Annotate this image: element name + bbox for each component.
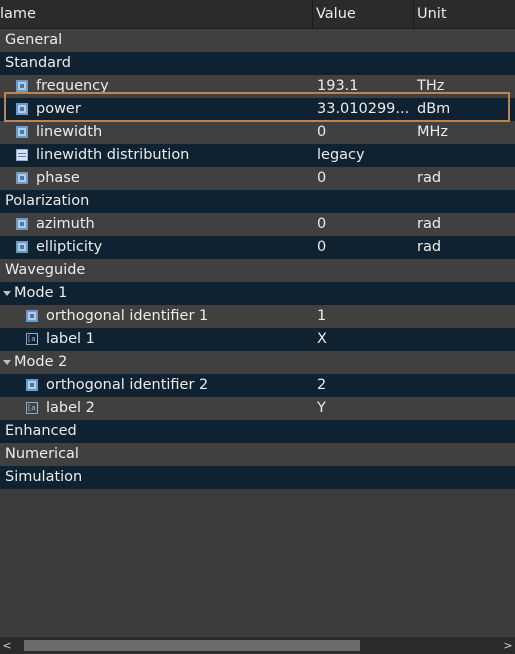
category-numerical[interactable]: Numerical xyxy=(0,443,515,466)
horizontal-scrollbar[interactable]: < > xyxy=(0,637,515,654)
property-row-label-1[interactable]: [a] label 1 X xyxy=(0,328,515,351)
parameter-icon xyxy=(16,103,28,115)
property-name: orthogonal identifier 2 xyxy=(46,377,209,393)
column-header-name[interactable]: lame xyxy=(0,0,312,28)
expand-arrow-icon[interactable] xyxy=(3,360,11,365)
property-name: label 1 xyxy=(46,331,95,347)
scrollbar-thumb[interactable] xyxy=(24,640,360,651)
property-value[interactable]: 0 xyxy=(317,236,413,259)
parameter-icon xyxy=(16,80,28,92)
category-label: Waveguide xyxy=(5,262,86,278)
property-name: phase xyxy=(36,170,80,186)
property-row-linewidth[interactable]: linewidth 0 MHz xyxy=(0,121,515,144)
property-row-power[interactable]: power 33.010299... dBm xyxy=(0,98,515,121)
property-table: lame Value Unit General Standard frequen… xyxy=(0,0,515,654)
category-standard[interactable]: Standard xyxy=(0,52,515,75)
property-unit: THz xyxy=(417,78,445,94)
scroll-right-icon[interactable]: > xyxy=(502,637,514,654)
text-label-icon: [a] xyxy=(26,333,40,345)
property-unit: rad xyxy=(417,170,442,186)
table-body: General Standard frequency 193.1 THz pow… xyxy=(0,29,515,489)
property-row-orthogonal-identifier-2[interactable]: orthogonal identifier 2 2 xyxy=(0,374,515,397)
parameter-icon xyxy=(16,126,28,138)
table-header: lame Value Unit xyxy=(0,0,515,29)
property-value[interactable]: 1 xyxy=(317,305,413,328)
property-unit: rad xyxy=(417,216,442,232)
category-label: Enhanced xyxy=(5,423,77,439)
category-label: General xyxy=(5,32,63,48)
property-row-orthogonal-identifier-1[interactable]: orthogonal identifier 1 1 xyxy=(0,305,515,328)
parameter-icon xyxy=(16,241,28,253)
category-label: Simulation xyxy=(5,469,83,485)
parameter-icon xyxy=(26,379,38,391)
column-header-value[interactable]: Value xyxy=(312,0,413,28)
column-header-unit[interactable]: Unit xyxy=(413,0,515,28)
property-value[interactable]: 2 xyxy=(317,374,413,397)
property-name: orthogonal identifier 1 xyxy=(46,308,209,324)
category-label: Numerical xyxy=(5,446,79,462)
category-simulation[interactable]: Simulation xyxy=(0,466,515,489)
text-label-icon: [a] xyxy=(26,402,40,414)
property-name: ellipticity xyxy=(36,239,103,255)
property-unit: dBm xyxy=(417,101,451,117)
property-value[interactable]: 0 xyxy=(317,167,413,190)
category-general[interactable]: General xyxy=(0,29,515,52)
category-label: Polarization xyxy=(5,193,90,209)
group-mode-2[interactable]: Mode 2 xyxy=(0,351,515,374)
property-name: label 2 xyxy=(46,400,95,416)
property-value[interactable]: 33.010299... xyxy=(317,98,413,121)
property-row-linewidth-distribution[interactable]: linewidth distribution legacy xyxy=(0,144,515,167)
group-mode-1[interactable]: Mode 1 xyxy=(0,282,515,305)
property-unit: rad xyxy=(417,239,442,255)
category-polarization[interactable]: Polarization xyxy=(0,190,515,213)
property-value[interactable]: Y xyxy=(317,397,413,420)
property-name: azimuth xyxy=(36,216,95,232)
property-row-frequency[interactable]: frequency 193.1 THz xyxy=(0,75,515,98)
property-row-azimuth[interactable]: azimuth 0 rad xyxy=(0,213,515,236)
category-waveguide[interactable]: Waveguide xyxy=(0,259,515,282)
property-row-ellipticity[interactable]: ellipticity 0 rad xyxy=(0,236,515,259)
property-name: frequency xyxy=(36,78,109,94)
expand-arrow-icon[interactable] xyxy=(3,291,11,296)
property-name: linewidth distribution xyxy=(36,147,190,163)
property-value[interactable]: 0 xyxy=(317,213,413,236)
category-label: Standard xyxy=(5,55,71,71)
property-value[interactable]: X xyxy=(317,328,413,351)
parameter-icon xyxy=(16,218,28,230)
list-icon xyxy=(16,149,28,161)
property-value[interactable]: 193.1 xyxy=(317,75,413,98)
property-value[interactable]: legacy xyxy=(317,144,413,167)
group-label: Mode 1 xyxy=(14,285,68,301)
parameter-icon xyxy=(16,172,28,184)
group-label: Mode 2 xyxy=(14,354,68,370)
property-value[interactable]: 0 xyxy=(317,121,413,144)
property-row-label-2[interactable]: [a] label 2 Y xyxy=(0,397,515,420)
property-row-phase[interactable]: phase 0 rad xyxy=(0,167,515,190)
category-enhanced[interactable]: Enhanced xyxy=(0,420,515,443)
property-unit: MHz xyxy=(417,124,449,140)
property-name: linewidth xyxy=(36,124,103,140)
property-name: power xyxy=(36,101,81,117)
scroll-left-icon[interactable]: < xyxy=(1,637,13,654)
parameter-icon xyxy=(26,310,38,322)
